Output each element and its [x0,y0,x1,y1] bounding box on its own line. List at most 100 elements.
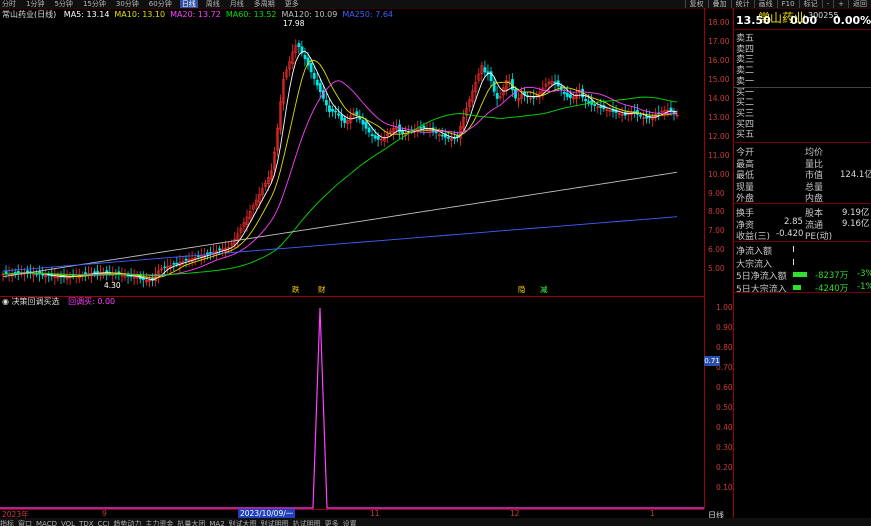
candle-body [334,110,337,113]
quote-value: 124.1亿 [840,170,871,180]
indicator-tick: 0.30 [716,443,733,452]
candle-body [370,134,374,136]
price-tick: 9.00 [708,188,725,198]
toolbar-button[interactable]: + [833,0,848,8]
indicator-title: 决策回调买选 [11,297,60,306]
indicator-tick: 0.80 [716,343,733,352]
indicator-tab[interactable]: MACD [36,520,57,526]
indicator-panel[interactable] [0,297,705,509]
quote-value: 2.85 [784,217,803,227]
indicator-tab[interactable]: 趋势动力 [113,520,141,526]
indicator-tab[interactable]: 设置 [343,520,357,526]
candle-body [599,105,603,108]
ma-line [2,96,678,276]
price-change: 0.00 [790,14,818,27]
candle-body [163,266,167,269]
toolbar-button[interactable]: 叠加 [707,0,731,8]
candle-body [401,131,405,134]
date-tick: 1 [650,509,655,518]
indicator-param: 回调买: 0.00 [68,297,116,306]
indicator-tick: 0.40 [716,423,733,432]
timeframe-tab[interactable]: 更多 [283,0,301,8]
indicator-tab[interactable]: 扒量大团 [177,520,205,526]
price-tick: 10.00 [708,169,730,179]
candle-body [532,96,536,99]
date-tick: 9 [102,509,107,518]
timeframe-tab[interactable]: 周线 [204,0,222,8]
toolbar-button[interactable]: 返回 [848,0,871,8]
flow-bar [793,284,801,290]
toolbar-button[interactable]: 统计 [730,0,754,8]
indicator-tab[interactable]: TDX [79,520,93,526]
candlestick-chart[interactable]: 17.98 4.30 跌 财 隐 减 [0,8,704,296]
indicator-tab[interactable]: 主力资金 [145,520,173,526]
timeframe-tab[interactable]: 60分钟 [147,0,174,8]
indicator-tick: 1.00 [716,303,733,312]
toolbar-button[interactable]: 标记 [798,0,822,8]
toolbar-button[interactable]: F10 [776,0,799,8]
quote-value: 9.16亿 [842,219,870,229]
price-tick: 15.00 [708,75,730,85]
timeframe-tabs: 分时 1分钟 5分钟 15分钟 30分钟 60分钟 日线 周线 月线 多周期 更多 [0,0,307,8]
candle-body [337,113,341,116]
candle-body [206,252,209,255]
ma-legend-item: MA250: 7.64 [342,10,394,19]
ma-legend: 常山药业(日线) MA5: 13.14 MA10: 13.10 MA20: 13.7… [2,9,398,20]
indicator-tab[interactable]: 别试大图 [229,520,257,526]
candle-body [514,88,517,99]
ma-legend-item: MA20: 13.72 [170,10,221,19]
timeframe-tab[interactable]: 30分钟 [114,0,141,8]
price-tick: 11.00 [708,150,730,160]
indicator-tab[interactable]: 更多 [325,520,339,526]
candle-body [172,263,176,265]
indicator-icon: ◉ [2,297,12,306]
candle-body [309,62,313,73]
selected-date-label: 2023/10/09/一 [238,509,296,518]
candle-body [361,120,365,125]
price-chart-panel[interactable]: 17.98 4.30 跌 财 隐 减 [0,8,705,297]
indicator-tab[interactable]: VOL [61,520,75,526]
divider [733,292,871,293]
timeframe-tab[interactable]: 分时 [0,0,18,8]
timeframe-tab[interactable]: 日线 [179,0,198,8]
right-toolbar-buttons: 复权 叠加 统计 画线 F10 标记 - + 返回 [684,0,871,8]
quote-value: -1% [857,281,871,292]
toolbar-button[interactable]: 复权 [684,0,708,8]
candle-body [355,111,359,116]
indicator-tab[interactable]: 窗口 [18,520,32,526]
quote-label: 买五 [736,130,755,141]
timeframe-tab[interactable]: 月线 [228,0,246,8]
candle-body [587,101,591,104]
indicator-tab[interactable]: MA2 [209,520,224,526]
ma-legend-item: MA10: 13.10 [114,10,166,19]
price-tick: 14.00 [708,94,730,104]
indicator-tab[interactable]: CCI [98,520,110,526]
price-tick: 12.00 [708,131,730,141]
candle-body [218,248,222,251]
candle-body [492,81,496,92]
divider [733,29,871,30]
toolbar-button[interactable]: 画线 [753,0,777,8]
timeframe-tab[interactable]: 15分钟 [81,0,108,8]
ma-legend-item: MA60: 13.52 [225,10,277,19]
timeframe-tab[interactable]: 多周期 [252,0,277,8]
timeframe-tab[interactable]: 5分钟 [52,0,74,8]
toolbar-button[interactable]: - [821,0,834,8]
indicator-tick: 0.20 [716,463,733,472]
event-marker: 隐 [518,284,526,294]
quote-label: 大宗流入 [736,259,773,270]
candle-body [422,125,426,129]
ma-legend-item: MA120: 10.09 [281,10,338,19]
candle-body [495,93,499,99]
event-marker: 跌 [292,284,300,294]
candle-body [209,252,212,254]
price-tick: 18.00 [708,18,730,28]
indicator-chart[interactable] [0,297,704,509]
candle-body [584,98,588,102]
candle-body [93,271,97,274]
candle-body [645,116,649,119]
timeframe-tab[interactable]: 1分钟 [24,0,46,8]
indicator-tab[interactable]: 扒试明图 [293,520,321,526]
indicator-tab[interactable]: 指标 [0,520,14,526]
indicator-tab[interactable]: 别试明图 [261,520,289,526]
